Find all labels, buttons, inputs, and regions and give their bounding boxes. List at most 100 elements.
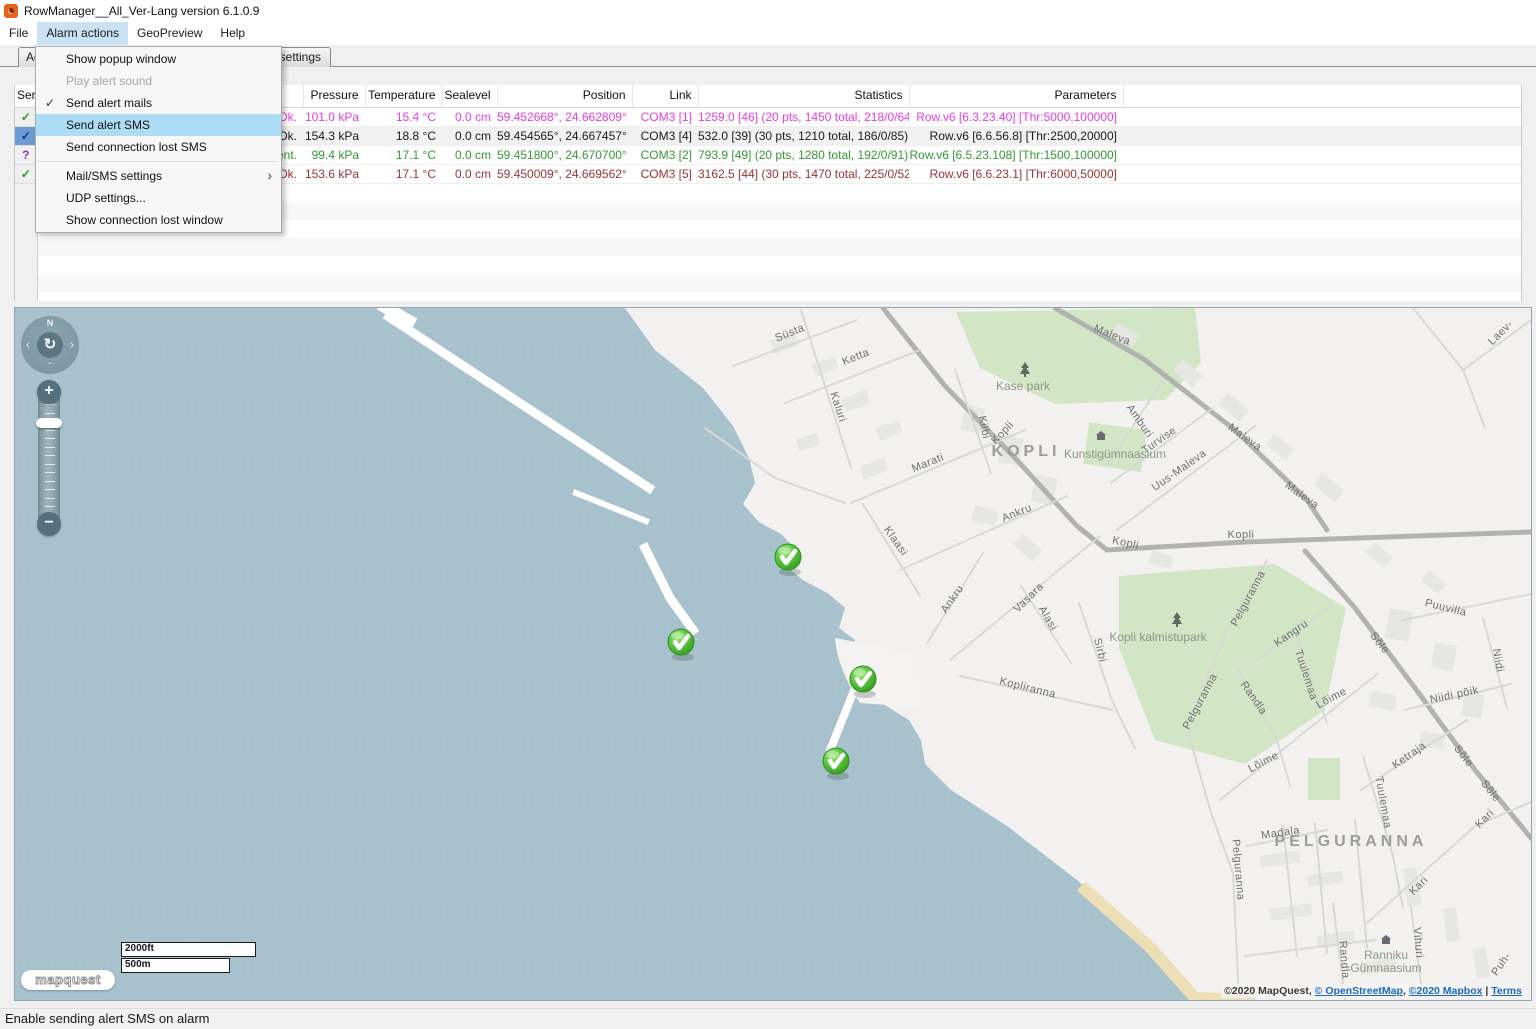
map-attribution: ©2020 MapQuest, © OpenStreetMap, ©2020 M… (1221, 984, 1525, 998)
cell-statistics: 793.9 [49] (20 pts, 1280 total, 192/0/91… (698, 146, 909, 165)
menu-item-mail-sms-settings[interactable]: Mail/SMS settings› (36, 165, 281, 187)
cell-temperature: 17.1 °C (365, 146, 442, 165)
col-filler (1123, 85, 1522, 108)
check-icon: ✓ (21, 167, 31, 181)
zoom-tick (45, 506, 55, 507)
cell-link: COM3 [1] (632, 108, 698, 127)
scale-metric: 500m (121, 958, 230, 973)
map-canvas[interactable]: SüstaKettaKaluriMaratiMalevaMalevaMaleva… (15, 308, 1531, 1000)
cell-sealevel: 0.0 cm (442, 146, 497, 165)
zoom-out-button[interactable]: − (37, 512, 61, 536)
cell-temperature: 17.1 °C (365, 165, 442, 184)
zoom-tick (45, 481, 55, 482)
submenu-arrow-icon: › (267, 164, 272, 186)
tilt-icon[interactable]: ˇ (48, 362, 51, 373)
menu-item-udp-settings[interactable]: UDP settings... (36, 187, 281, 209)
cell-position: 59.450009°, 24.669562° (497, 165, 632, 184)
check-icon: ✓ (21, 129, 31, 143)
question-icon: ? (22, 148, 29, 162)
cell-statistics: 1259.0 [46] (20 pts, 1450 total, 218/0/6… (698, 108, 909, 127)
zoom-in-button[interactable]: + (37, 380, 61, 404)
compass-north-label: N (47, 318, 54, 328)
menu-file[interactable]: File (0, 22, 37, 45)
cell-pressure: 153.6 kPa (303, 165, 365, 184)
zoom-tick (45, 472, 55, 473)
zoom-tick (45, 455, 55, 456)
mapbox-link[interactable]: ©2020 Mapbox (1409, 985, 1483, 997)
cell-sealevel: 0.0 cm (442, 165, 497, 184)
alarm-actions-menu: Show popup window Play alert sound ✓Send… (35, 46, 282, 233)
zoom-tick (45, 498, 55, 499)
col-position[interactable]: Position (497, 85, 632, 108)
cell-pressure: 99.4 kPa (303, 146, 365, 165)
row-status-icon-cell[interactable]: ✓ (15, 108, 37, 127)
menu-geopreview[interactable]: GeoPreview (128, 22, 211, 45)
menu-item-send-alert-sms[interactable]: Send alert SMS (36, 114, 281, 136)
map-label: Gümnaasium (1350, 961, 1421, 975)
zoom-slider-track[interactable] (38, 390, 60, 526)
map-label: Ranniku (1364, 948, 1408, 962)
cell-link: COM3 [2] (632, 146, 698, 165)
menu-item-send-connection-lost-sms[interactable]: Send connection lost SMS (36, 136, 281, 158)
menu-separator (38, 161, 279, 162)
cell-position: 59.451800°, 24.670700° (497, 146, 632, 165)
zoom-tick (45, 404, 55, 405)
cell-pressure: 101.0 kPa (303, 108, 365, 127)
cell-parameters: Row.v6 [6.6.56.8] [Thr:2500,20000] (909, 127, 1123, 146)
menu-bar: File Alarm actions GeoPreview Help (0, 22, 1536, 45)
cell-position: 59.452668°, 24.662809° (497, 108, 632, 127)
cell-link: COM3 [5] (632, 165, 698, 184)
table-empty-row (15, 292, 1522, 301)
app-icon[interactable] (4, 4, 18, 18)
map-zoom-control[interactable]: + − (34, 380, 64, 536)
cell-statistics: 532.0 [39] (30 pts, 1210 total, 186/0/85… (698, 127, 909, 146)
mapquest-logo[interactable]: mapquest (21, 970, 115, 990)
map-label: Kunstigümnaasium (1064, 447, 1166, 461)
status-bar: Enable sending alert SMS on alarm (0, 1008, 1536, 1029)
row-status-icon-cell[interactable]: ✓ (15, 165, 37, 184)
menu-help[interactable]: Help (211, 22, 254, 45)
rotate-right-icon[interactable]: › (70, 337, 74, 351)
zoom-tick (45, 464, 55, 465)
map-compass-control[interactable]: N ‹ › ˇ ↻ (21, 316, 79, 374)
cell-link: COM3 [4] (632, 127, 698, 146)
cell-temperature: 18.8 °C (365, 127, 442, 146)
cell-pressure: 154.3 kPa (303, 127, 365, 146)
status-text: Enable sending alert SMS on alarm (5, 1011, 210, 1026)
map-label: Kopli kalmistupark (1109, 630, 1207, 644)
openstreetmap-link[interactable]: © OpenStreetMap (1315, 985, 1403, 997)
row-status-icon-cell[interactable]: ✓ (15, 127, 37, 146)
menu-item-show-connection-lost-window[interactable]: Show connection lost window (36, 209, 281, 231)
col-sealevel[interactable]: Sealevel (442, 85, 497, 108)
row-status-icon-cell[interactable]: ? (15, 146, 37, 165)
zoom-tick (45, 447, 55, 448)
menu-item-play-alert-sound: Play alert sound (36, 70, 281, 92)
reset-rotation-icon[interactable]: ↻ (37, 332, 63, 358)
menu-item-send-alert-mails[interactable]: ✓Send alert mails (36, 92, 281, 114)
map-scale: 2000ft 500m (121, 942, 256, 974)
terms-link[interactable]: Terms (1491, 985, 1522, 997)
cell-temperature: 15.4 °C (365, 108, 442, 127)
menu-alarm-actions[interactable]: Alarm actions (37, 22, 128, 45)
cell-sealevel: 0.0 cm (442, 127, 497, 146)
zoom-tick (45, 438, 55, 439)
map-label: Kopli (1228, 529, 1255, 541)
cell-position: 59.454565°, 24.667457° (497, 127, 632, 146)
col-statistics[interactable]: Statistics (698, 85, 909, 108)
col-pressure[interactable]: Pressure (303, 85, 365, 108)
col-parameters[interactable]: Parameters (909, 85, 1123, 108)
map-label: PELGURANNA (1275, 833, 1428, 850)
menu-item-show-popup-window[interactable]: Show popup window (36, 48, 281, 70)
col-ser[interactable]: Ser (15, 85, 37, 108)
zoom-tick (45, 413, 55, 414)
col-link[interactable]: Link (632, 85, 698, 108)
rotate-left-icon[interactable]: ‹ (26, 337, 30, 351)
check-icon: ✓ (45, 92, 61, 114)
table-empty-row (15, 238, 1522, 256)
zoom-slider-handle[interactable] (36, 418, 62, 428)
check-icon: ✓ (21, 110, 31, 124)
col-temperature[interactable]: Temperature (365, 85, 442, 108)
small-park (1308, 758, 1340, 800)
table-empty-row (15, 274, 1522, 292)
geo-preview-map[interactable]: SüstaKettaKaluriMaratiMalevaMalevaMaleva… (14, 307, 1532, 1001)
